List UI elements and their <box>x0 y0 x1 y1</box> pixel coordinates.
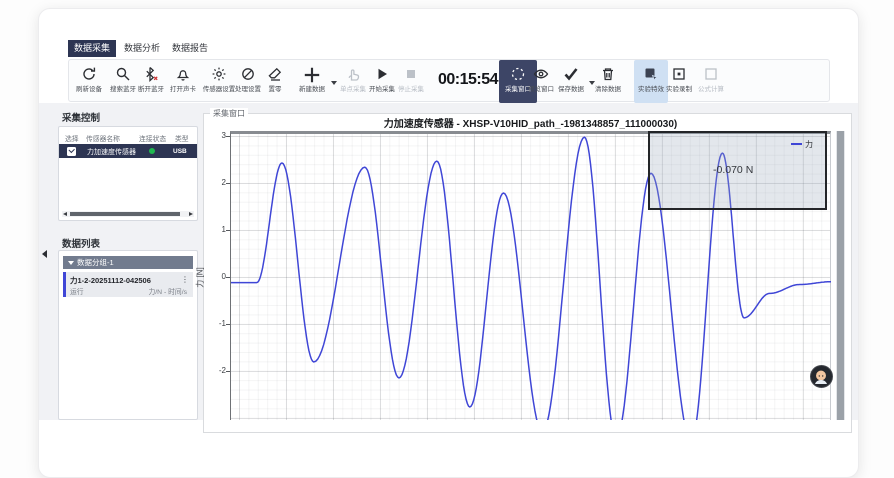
data-list-card: 数据分组-1 力1-2-20251112-042506 ⋮ 运行 力/N - 时… <box>58 250 198 420</box>
toolbar-item-label: 公式计算 <box>689 85 733 94</box>
chart-vscrollbar[interactable] <box>836 131 845 420</box>
chevron-down-icon <box>68 261 74 265</box>
data-group-header[interactable]: 数据分组-1 <box>63 256 193 269</box>
sensor-table-card: 选择 传感器名称 连接状态 类型 力加速度传感器 USB <box>58 126 198 221</box>
frame-icon <box>689 65 733 83</box>
toolbar-item-label: 新建数据 <box>290 85 334 94</box>
y-tick-3: 3 <box>206 131 226 140</box>
toolbar: 刷新设备 搜索蓝牙 断开蓝牙 打开声卡 传感器设置 处理设置 置零 新建数据 <box>68 59 830 102</box>
y-axis-label: 力 [N] <box>195 256 206 300</box>
sensor-table-hscrollbar[interactable] <box>62 211 194 217</box>
y-tick-m1: -1 <box>206 319 226 328</box>
collect-timer: 00:15:54 <box>437 71 499 89</box>
status-dot-icon <box>149 148 155 154</box>
data-list-item[interactable]: 力1-2-20251112-042506 ⋮ 运行 力/N - 时间/s <box>63 272 193 297</box>
chart-legend: 力 <box>791 139 813 150</box>
value-annotation: -0.070 N <box>713 164 753 176</box>
scroll-right-icon[interactable] <box>189 212 193 216</box>
legend-label: 力 <box>805 140 813 149</box>
vscroll-thumb[interactable] <box>837 131 844 420</box>
toolbar-item-label: 清除数据 <box>586 85 630 94</box>
toolbar-item-label: 停止采集 <box>389 85 433 94</box>
sensor-checkbox[interactable] <box>67 147 76 156</box>
data-item-axes: 力/N - 时间/s <box>148 286 187 296</box>
sensor-type: USB <box>173 148 187 155</box>
tab-data-report[interactable]: 数据报告 <box>166 40 214 57</box>
clear-data-button[interactable]: 清除数据 <box>586 65 630 94</box>
data-list-title: 数据列表 <box>62 236 100 250</box>
collect-control-title: 采集控制 <box>62 110 100 124</box>
tab-data-collect[interactable]: 数据采集 <box>68 40 116 57</box>
sensor-name: 力加速度传感器 <box>87 147 136 157</box>
item-menu-icon[interactable]: ⋮ <box>181 275 189 284</box>
y-tick-1: 1 <box>206 225 226 234</box>
chart-title: 力加速度传感器 - XHSP-V10HID_path_-1981348857_1… <box>230 115 831 130</box>
new-data-button[interactable]: 新建数据 <box>290 65 334 94</box>
hscroll-thumb[interactable] <box>70 212 180 216</box>
data-item-status: 运行 <box>70 286 84 296</box>
sidebar-collapse-handle[interactable] <box>42 250 47 258</box>
data-item-title: 力1-2-20251112-042506 <box>70 275 151 286</box>
col-select: 选择 <box>65 133 79 143</box>
sensor-table-row[interactable]: 力加速度传感器 USB <box>59 144 197 158</box>
legend-line-icon <box>791 143 802 146</box>
data-group-label: 数据分组-1 <box>77 258 114 267</box>
trash-icon <box>586 65 630 83</box>
tab-data-analysis[interactable]: 数据分析 <box>118 40 166 57</box>
col-status: 连接状态 <box>139 133 166 143</box>
item-accent-bar <box>63 272 66 297</box>
formula-calc-button[interactable]: 公式计算 <box>689 65 733 94</box>
stop-icon <box>389 65 433 83</box>
stop-collect-button[interactable]: 停止采集 <box>389 65 433 94</box>
y-tick-0: 0 <box>206 272 226 281</box>
y-tick-m2: -2 <box>206 366 226 375</box>
col-type: 类型 <box>175 133 189 143</box>
scroll-left-icon[interactable] <box>63 212 67 216</box>
avatar-face-icon <box>811 366 831 386</box>
col-sensor-name: 传感器名称 <box>86 133 120 143</box>
assistant-avatar-button[interactable] <box>810 365 833 388</box>
y-tick-2: 2 <box>206 178 226 187</box>
plus-icon <box>290 65 334 83</box>
